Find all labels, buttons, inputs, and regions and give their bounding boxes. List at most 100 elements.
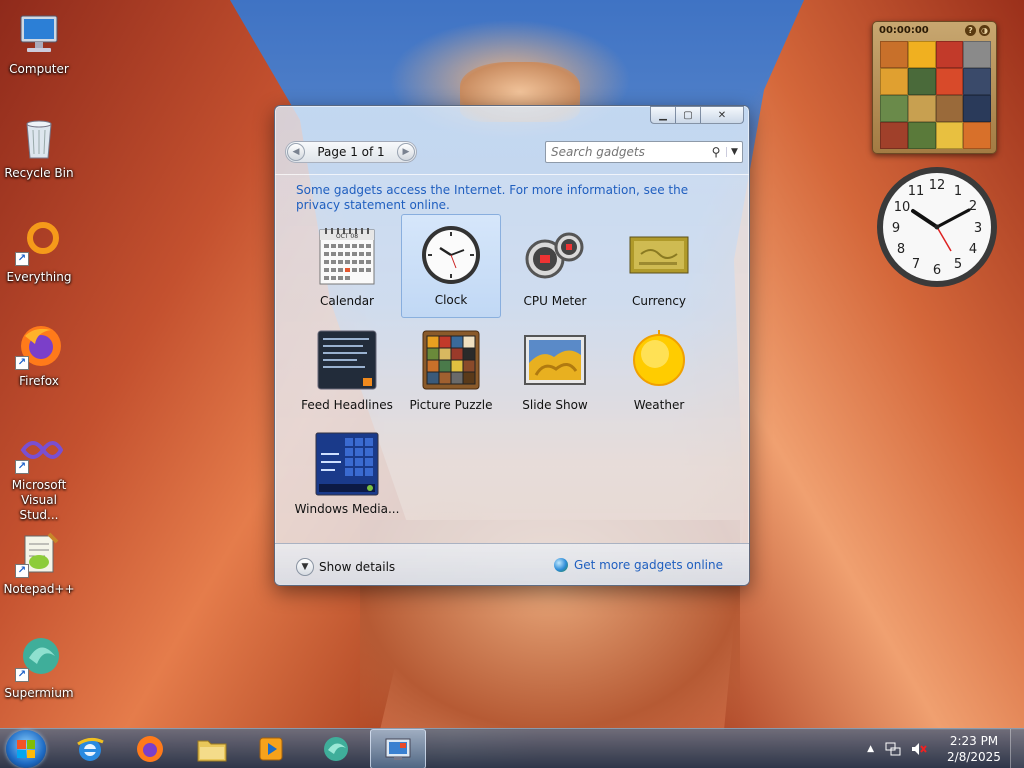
calendar-icon: OCT 08 [315,224,379,288]
desktop-icon-firefox[interactable]: ↗ Firefox [4,318,74,414]
clock-numeral: 10 [894,200,911,215]
clock-numeral: 3 [974,221,982,236]
gadget-grid: OCT 08 Calendar Clock CPU Meter Currency… [294,214,735,533]
desktop-icon-label: Supermium [4,686,74,700]
clock-numeral: 11 [908,184,925,199]
gadget-feed-headlines[interactable]: Feed Headlines [297,322,397,422]
get-more-gadgets-link[interactable]: Get more gadgets online [553,558,723,572]
clock-numeral: 6 [933,263,941,278]
puzzle-solve-button[interactable]: ◑ [979,25,990,36]
gadget-windows-media[interactable]: Windows Media... [294,426,400,526]
show-hidden-icons-button[interactable]: ▲ [867,744,874,754]
maximize-button[interactable]: ▢ [675,106,701,124]
next-page-button[interactable]: ▶ [397,143,415,161]
gadget-label: Clock [434,293,468,307]
system-tray: ▲ 2:23 PM 2/8/2025 [867,729,1024,768]
gadget-label: Windows Media... [294,502,400,516]
privacy-notice-link[interactable]: Some gadgets access the Internet. For mo… [296,183,716,213]
page-navigator: ◀ Page 1 of 1 ▶ [285,141,417,163]
desktop-icon-visual-studio[interactable]: ↗ Microsoft Visual Stud... [4,422,74,522]
gadget-label: Feed Headlines [301,398,393,412]
computer-icon [15,10,63,58]
firefox-icon [137,736,163,762]
globe-icon [553,558,568,572]
shortcut-arrow-icon: ↗ [15,356,29,370]
taskbar-internet-explorer[interactable] [62,729,118,768]
gadget-currency[interactable]: Currency [609,218,709,318]
desktop-icon-label: Firefox [19,374,59,388]
chevron-down-icon: ▼ [296,558,314,576]
gadget-weather[interactable]: Weather [609,322,709,422]
shortcut-arrow-icon: ↗ [15,668,29,682]
volume-muted-icon[interactable] [910,740,928,758]
taskbar-firefox[interactable] [122,729,178,768]
search-dropdown-button[interactable]: ▼ [726,147,742,157]
everything-icon: ↗ [15,218,63,266]
clock-numeral: 7 [912,257,920,272]
show-details-toggle[interactable]: ▼ Show details [296,558,395,576]
clock-gadget[interactable]: 12 1 2 3 4 5 6 7 8 9 10 11 [875,165,999,289]
picture-puzzle-gadget[interactable]: 00:00:00 ? ◑ [872,21,997,154]
desktop-icon-label: Microsoft Visual Stud... [11,478,67,522]
desktop-icon-computer[interactable]: Computer [4,6,74,102]
desktop-icon-recycle-bin[interactable]: Recycle Bin [4,110,74,206]
internet-explorer-icon [77,737,104,761]
gadget-calendar[interactable]: OCT 08 Calendar [297,218,397,318]
gadget-cpu-meter[interactable]: CPU Meter [505,218,605,318]
visual-studio-icon: ↗ [15,426,64,474]
taskbar-desktop-gadgets[interactable] [370,729,426,768]
minimize-button[interactable]: ▁ [650,106,676,124]
gadget-label: Weather [633,398,685,412]
gadget-gallery-window[interactable]: ▁ ▢ ✕ ◀ Page 1 of 1 ▶ ⚲ ▼ Some gadgets a… [274,105,750,586]
get-more-gadgets-label: Get more gadgets online [573,558,723,572]
taskbar-media-player[interactable] [243,729,299,768]
network-icon[interactable] [884,740,902,758]
taskbar-supermium[interactable] [308,729,364,768]
show-desktop-button[interactable] [1010,729,1024,768]
puzzle-toolbar: 00:00:00 ? ◑ [873,22,996,39]
desktop-gadgets-icon [385,738,411,760]
gadget-label: CPU Meter [523,294,587,308]
slide-show-icon [523,328,587,392]
chevron-right-icon: ▶ [402,147,410,157]
gadget-label: Currency [631,294,687,308]
desktop-icon-supermium[interactable]: ↗ Supermium [4,630,74,726]
puzzle-timer: 00:00:00 [879,25,929,36]
search-icon[interactable]: ⚲ [706,145,726,159]
gadget-picture-puzzle[interactable]: Picture Puzzle [401,322,501,422]
desktop-icon-everything[interactable]: ↗ Everything [4,214,74,310]
window-controls: ▁ ▢ ✕ [650,106,744,124]
start-button[interactable] [6,730,46,768]
search-input[interactable] [546,143,706,161]
desktop-icon-notepad-plus-plus[interactable]: ↗ Notepad++ [3,526,75,622]
notepad-plus-plus-icon: ↗ [15,530,63,578]
desktop-icon-label: Recycle Bin [4,166,74,180]
puzzle-help-button[interactable]: ? [965,25,976,36]
gadget-label: Calendar [320,294,374,308]
gadget-clock[interactable]: Clock [401,214,501,318]
picture-puzzle-icon [419,328,483,392]
weather-icon [627,328,691,392]
windows-logo-icon [17,740,35,758]
close-button[interactable]: ✕ [700,106,744,124]
feed-headlines-icon [315,328,379,392]
previous-page-button[interactable]: ◀ [287,143,305,161]
clock-numeral: 2 [969,199,977,214]
clock-numeral: 8 [897,242,905,257]
desktop-icon-label: Notepad++ [3,582,75,596]
show-details-label: Show details [319,560,396,574]
gadget-slide-show[interactable]: Slide Show [505,322,605,422]
clock-numeral: 9 [892,221,900,236]
gadget-label: Slide Show [522,398,588,412]
taskbar-file-explorer[interactable] [184,729,240,768]
tray-date: 2/8/2025 [947,750,1001,764]
desktop-icon-label: Computer [9,62,69,76]
cpu-meter-icon [523,224,587,288]
calendar-month-label: OCT 08 [336,233,358,240]
page-indicator: Page 1 of 1 [317,145,385,159]
puzzle-board[interactable] [880,41,991,149]
clock-numeral: 12 [929,178,946,193]
clock-area[interactable]: 2:23 PM 2/8/2025 [944,733,1004,765]
clock-icon [419,223,483,287]
recycle-bin-icon [15,114,63,162]
